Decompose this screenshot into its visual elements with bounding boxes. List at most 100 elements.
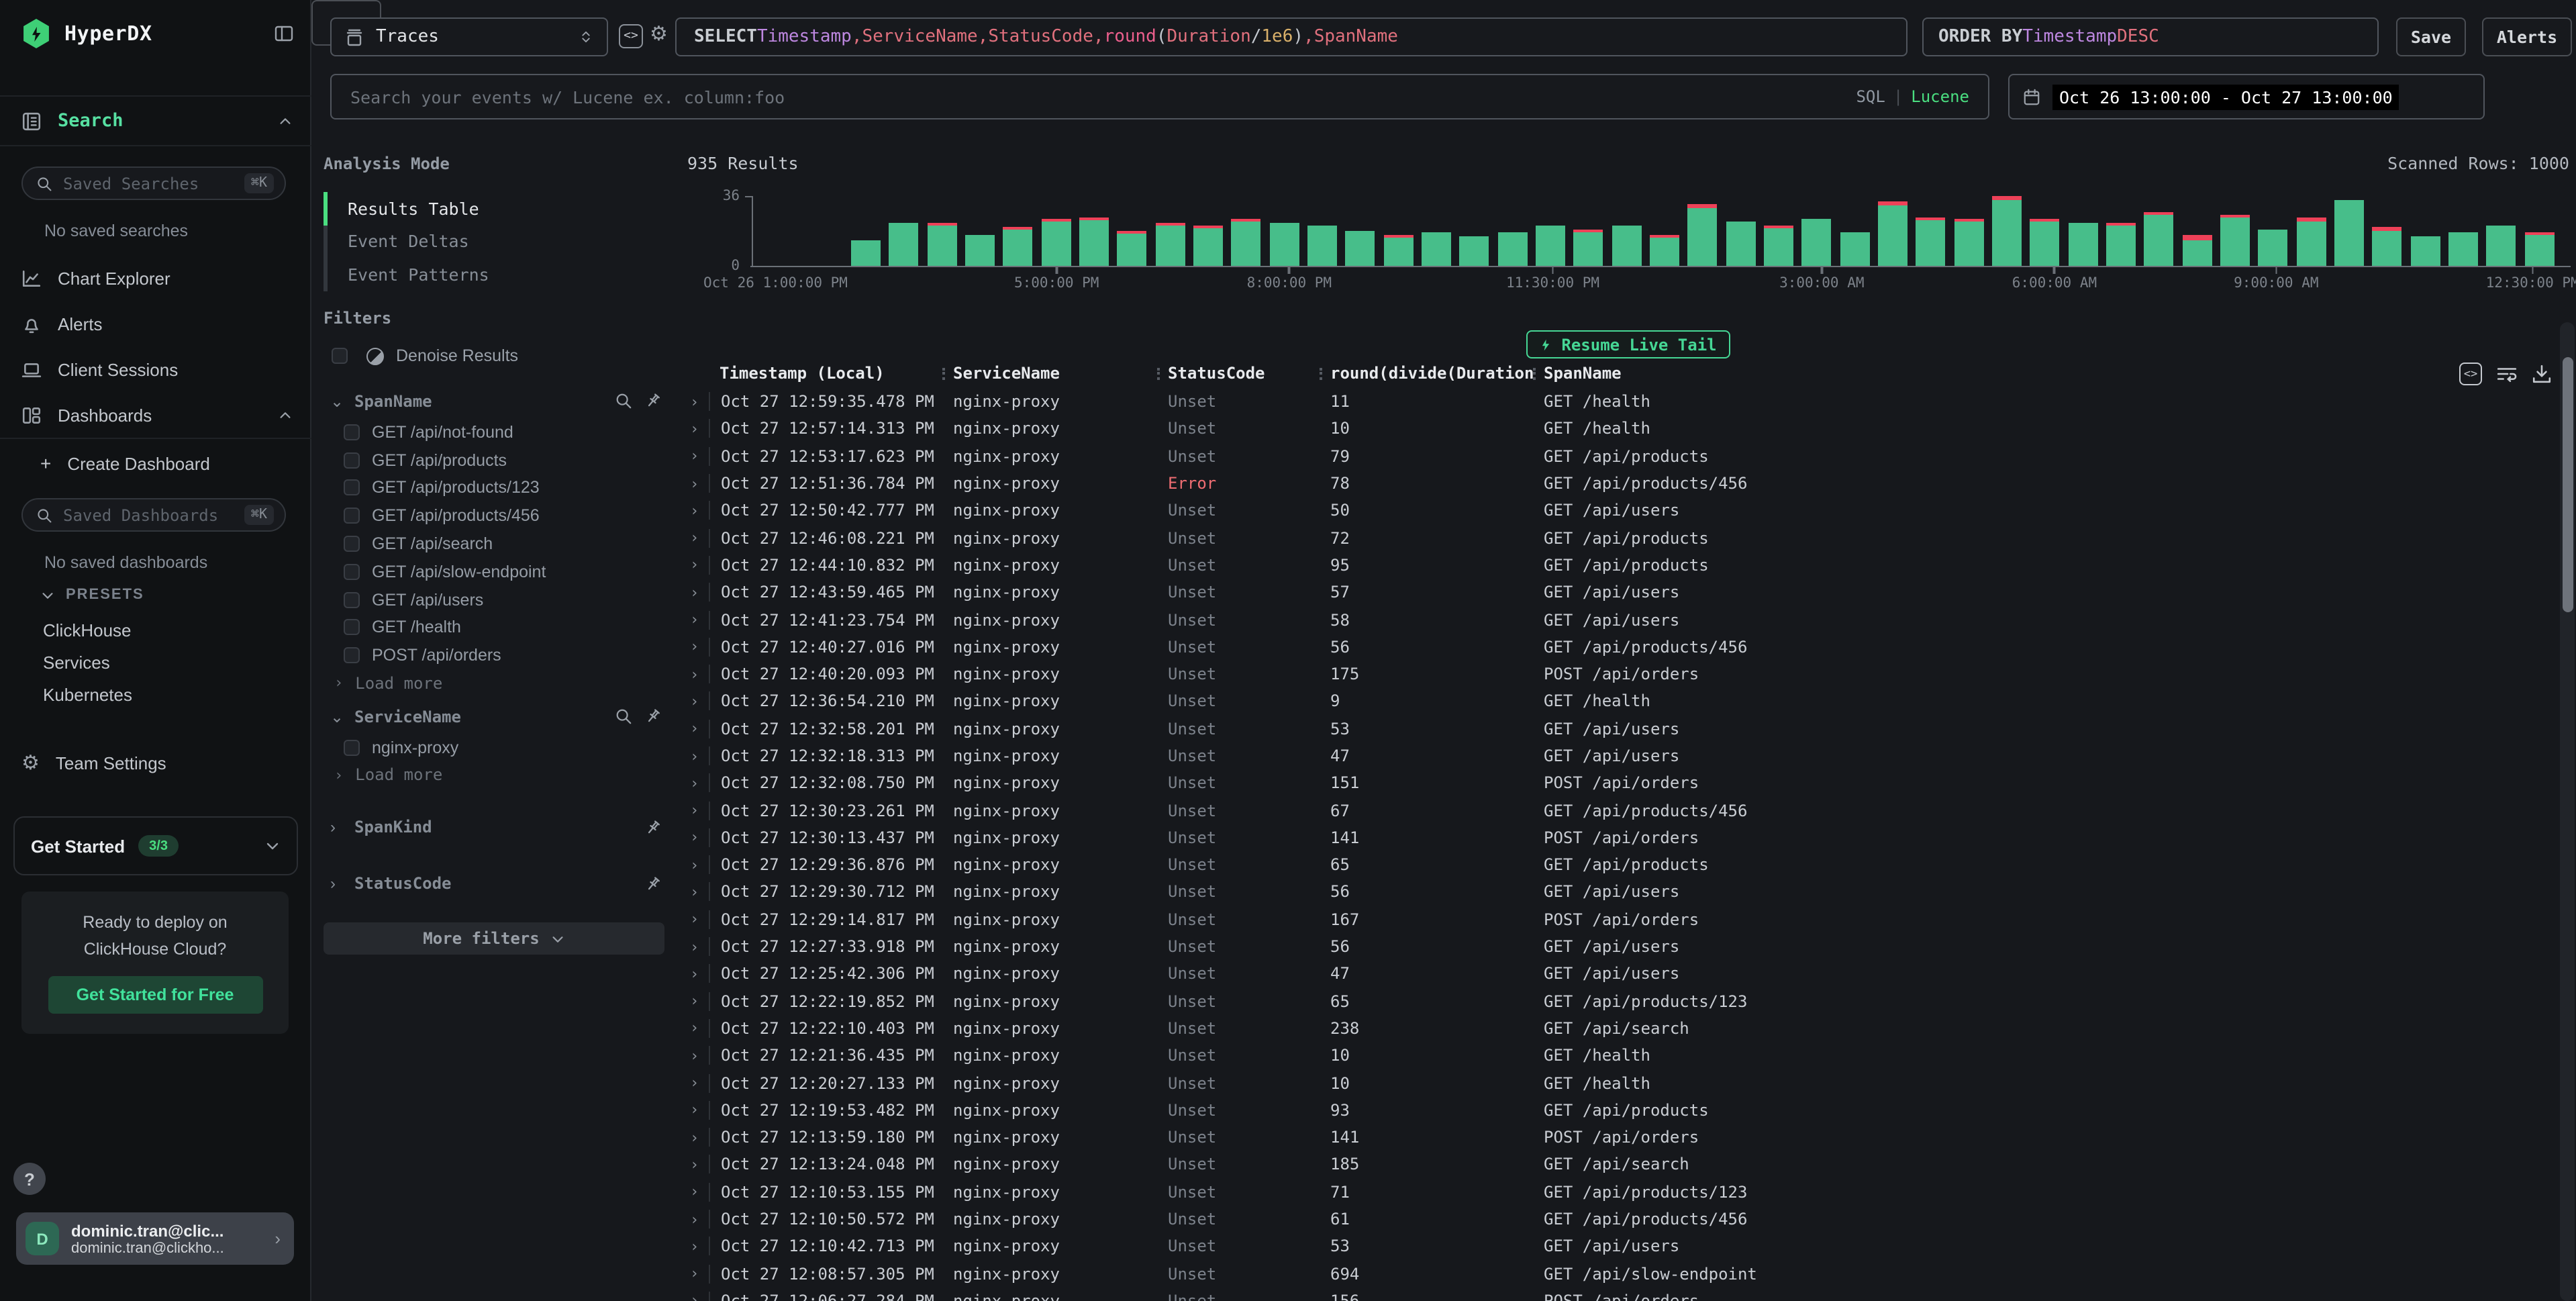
row-expand-icon[interactable]: › (687, 856, 709, 873)
get-started-accordion[interactable]: Get Started 3/3 (13, 816, 298, 875)
table-row[interactable]: ›Oct 27 12:25:42.306 PMnginx-proxyUnset4… (687, 960, 2536, 987)
column-resize-handle[interactable] (1533, 368, 1536, 383)
table-row[interactable]: ›Oct 27 12:10:50.572 PMnginx-proxyUnset6… (687, 1206, 2536, 1233)
pin-icon[interactable] (644, 392, 662, 409)
table-row[interactable]: ›Oct 27 12:27:33.918 PMnginx-proxyUnset5… (687, 933, 2536, 961)
analysis-mode-event-patterns[interactable]: Event Patterns (324, 258, 664, 291)
order-by-input[interactable]: ORDER BY Timestamp DESC (1922, 17, 2379, 56)
table-row[interactable]: ›Oct 27 12:30:23.261 PMnginx-proxyUnset6… (687, 797, 2536, 824)
sidebar-item-dashboards[interactable]: Dashboards (0, 395, 311, 435)
column-resize-handle[interactable] (942, 368, 945, 383)
sql-mode-button[interactable]: SQL (1856, 87, 1885, 106)
user-menu[interactable]: D dominic.tran@clic... dominic.tran@clic… (16, 1212, 294, 1265)
column-resize-handle[interactable] (1157, 368, 1160, 383)
filter-value-row[interactable]: GET /api/users (324, 586, 664, 614)
table-row[interactable]: ›Oct 27 12:57:14.313 PMnginx-proxyUnset1… (687, 416, 2536, 443)
table-row[interactable]: ›Oct 27 12:22:10.403 PMnginx-proxyUnset2… (687, 1015, 2536, 1043)
row-expand-icon[interactable]: › (687, 529, 709, 546)
row-expand-icon[interactable]: › (687, 720, 709, 737)
table-row[interactable]: ›Oct 27 12:29:36.876 PMnginx-proxyUnset6… (687, 851, 2536, 879)
load-more-button[interactable]: ›Load more (324, 762, 664, 789)
checkbox[interactable] (344, 480, 360, 496)
table-row[interactable]: ›Oct 27 12:13:24.048 PMnginx-proxyUnset1… (687, 1151, 2536, 1179)
row-expand-icon[interactable]: › (687, 965, 709, 983)
table-row[interactable]: ›Oct 27 12:51:36.784 PMnginx-proxyError7… (687, 470, 2536, 497)
pin-icon[interactable] (644, 875, 662, 893)
checkbox[interactable] (344, 740, 360, 756)
row-expand-icon[interactable]: › (687, 420, 709, 438)
presets-header[interactable]: PRESETS (40, 587, 144, 603)
table-row[interactable]: ›Oct 27 12:30:13.437 PMnginx-proxyUnset1… (687, 824, 2536, 852)
table-row[interactable]: ›Oct 27 12:22:19.852 PMnginx-proxyUnset6… (687, 987, 2536, 1015)
checkbox[interactable] (344, 536, 360, 552)
row-expand-icon[interactable]: › (687, 638, 709, 656)
time-range-picker[interactable]: Oct 26 13:00:00 - Oct 27 13:00:00 (2008, 74, 2485, 119)
column-header[interactable]: ServiceName (942, 364, 1157, 383)
filter-group-header-spanname[interactable]: ⌄SpanName (324, 383, 664, 418)
row-expand-icon[interactable]: › (687, 1210, 709, 1228)
row-expand-icon[interactable]: › (687, 1047, 709, 1065)
table-row[interactable]: ›Oct 27 12:08:57.305 PMnginx-proxyUnset6… (687, 1260, 2536, 1288)
filter-group-header-servicename[interactable]: ⌄ServiceName (324, 699, 664, 734)
row-expand-icon[interactable]: › (687, 1184, 709, 1201)
checkbox[interactable] (344, 424, 360, 440)
row-expand-icon[interactable]: › (687, 802, 709, 819)
filter-value-row[interactable]: nginx-proxy (324, 734, 664, 762)
row-expand-icon[interactable]: › (687, 747, 709, 765)
row-expand-icon[interactable]: › (687, 992, 709, 1010)
column-header[interactable]: round(divide(Duration, (1320, 364, 1533, 383)
table-row[interactable]: ›Oct 27 12:29:14.817 PMnginx-proxyUnset1… (687, 906, 2536, 933)
preset-services[interactable]: Services (43, 653, 110, 673)
row-expand-icon[interactable]: › (687, 447, 709, 465)
filter-value-row[interactable]: GET /api/products/456 (324, 502, 664, 530)
row-expand-icon[interactable]: › (687, 583, 709, 601)
saved-searches-input[interactable]: Saved Searches ⌘K (21, 166, 286, 200)
scrollbar-thumb[interactable] (2562, 357, 2573, 612)
saved-dashboards-input[interactable]: Saved Dashboards ⌘K (21, 498, 286, 532)
column-header[interactable]: StatusCode (1157, 364, 1320, 383)
table-row[interactable]: ›Oct 27 12:13:59.180 PMnginx-proxyUnset1… (687, 1124, 2536, 1151)
row-expand-icon[interactable]: › (687, 1020, 709, 1037)
source-select[interactable]: Traces (330, 17, 608, 56)
denoise-results-toggle[interactable]: Denoise Results (324, 342, 664, 370)
row-expand-icon[interactable]: › (687, 1156, 709, 1173)
analysis-mode-results-table[interactable]: Results Table (324, 192, 664, 225)
pin-icon[interactable] (644, 708, 662, 725)
filter-value-row[interactable]: GET /api/slow-endpoint (324, 558, 664, 586)
table-row[interactable]: ›Oct 27 12:32:18.313 PMnginx-proxyUnset4… (687, 742, 2536, 770)
select-query-input[interactable]: SELECT Timestamp,ServiceName,StatusCode,… (675, 17, 1908, 56)
row-expand-icon[interactable]: › (687, 911, 709, 928)
filter-value-row[interactable]: GET /health (324, 614, 664, 642)
table-row[interactable]: ›Oct 27 12:21:36.435 PMnginx-proxyUnset1… (687, 1042, 2536, 1069)
help-button[interactable]: ? (13, 1163, 46, 1195)
chevron-up-icon[interactable] (278, 113, 293, 128)
table-row[interactable]: ›Oct 27 12:40:27.016 PMnginx-proxyUnset5… (687, 633, 2536, 661)
row-expand-icon[interactable]: › (687, 1102, 709, 1119)
gear-icon[interactable]: ⚙ (650, 21, 668, 46)
checkbox[interactable] (344, 620, 360, 636)
pin-icon[interactable] (644, 819, 662, 836)
load-more-button[interactable]: ›Load more (324, 669, 664, 696)
row-expand-icon[interactable]: › (687, 611, 709, 628)
row-expand-icon[interactable]: › (687, 557, 709, 574)
sidebar-item-search[interactable]: Search (0, 95, 311, 146)
table-row[interactable]: ›Oct 27 12:32:58.201 PMnginx-proxyUnset5… (687, 715, 2536, 742)
column-resize-handle[interactable] (1320, 368, 1322, 383)
row-expand-icon[interactable]: › (687, 775, 709, 792)
analysis-mode-event-deltas[interactable]: Event Deltas (324, 225, 664, 258)
column-header[interactable]: SpanName (1533, 364, 2536, 383)
row-expand-icon[interactable]: › (687, 1292, 709, 1301)
table-row[interactable]: ›Oct 27 12:10:53.155 PMnginx-proxyUnset7… (687, 1178, 2536, 1206)
row-expand-icon[interactable]: › (687, 1265, 709, 1282)
filter-value-row[interactable]: GET /api/search (324, 530, 664, 558)
checkbox[interactable] (344, 648, 360, 664)
create-dashboard-button[interactable]: + Create Dashboard (0, 443, 311, 483)
table-row[interactable]: ›Oct 27 12:53:17.623 PMnginx-proxyUnset7… (687, 442, 2536, 470)
scrollbar[interactable] (2560, 322, 2575, 1301)
checkbox[interactable] (344, 591, 360, 608)
row-expand-icon[interactable]: › (687, 502, 709, 520)
table-row[interactable]: ›Oct 27 12:29:30.712 PMnginx-proxyUnset5… (687, 879, 2536, 906)
row-expand-icon[interactable]: › (687, 938, 709, 955)
row-expand-icon[interactable]: › (687, 1238, 709, 1255)
row-expand-icon[interactable]: › (687, 829, 709, 847)
